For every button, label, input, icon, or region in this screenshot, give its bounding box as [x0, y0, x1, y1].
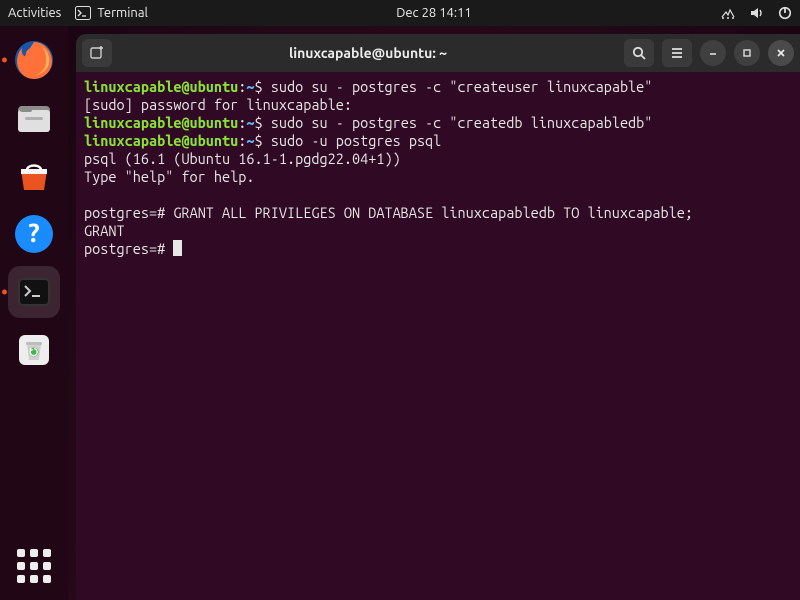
- output-line: Type "help" for help.: [84, 168, 255, 185]
- dock-item-firefox[interactable]: [8, 34, 60, 86]
- cmd-line: sudo su - postgres -c "createdb linuxcap…: [271, 114, 653, 131]
- prompt-path: ~: [246, 132, 254, 149]
- svg-text:?: ?: [28, 218, 39, 247]
- dock-item-files[interactable]: [8, 92, 60, 144]
- close-button[interactable]: [768, 40, 794, 66]
- menu-button[interactable]: [662, 39, 692, 67]
- top-panel: Activities Terminal Dec 28 14:11: [0, 0, 800, 26]
- workspace: ? linuxcapable@ubuntu: ~: [0, 26, 800, 600]
- search-button[interactable]: [624, 39, 654, 67]
- terminal-icon: [75, 6, 91, 20]
- minimize-button[interactable]: [700, 40, 726, 66]
- power-icon[interactable]: [778, 6, 792, 20]
- activities-button[interactable]: Activities: [8, 6, 61, 20]
- output-line: [sudo] password for linuxcapable:: [84, 96, 352, 113]
- volume-icon[interactable]: [750, 6, 764, 20]
- cmd-line: sudo -u postgres psql: [271, 132, 442, 149]
- desktop: linuxcapable@ubuntu: ~: [68, 26, 800, 600]
- prompt-userhost: linuxcapable@ubuntu: [84, 132, 238, 149]
- dock-item-software[interactable]: [8, 150, 60, 202]
- prompt-userhost: linuxcapable@ubuntu: [84, 78, 238, 95]
- psql-prompt: postgres=#: [84, 204, 165, 221]
- dock-item-terminal[interactable]: [8, 266, 60, 318]
- cmd-line: sudo su - postgres -c "createuser linuxc…: [271, 78, 653, 95]
- dock: ?: [0, 26, 68, 600]
- prompt-path: ~: [246, 114, 254, 131]
- dock-item-trash[interactable]: [8, 324, 60, 376]
- maximize-button[interactable]: [734, 40, 760, 66]
- terminal-body[interactable]: linuxcapable@ubuntu:~$ sudo su - postgre…: [76, 72, 800, 600]
- output-line: GRANT: [84, 222, 125, 239]
- titlebar[interactable]: linuxcapable@ubuntu: ~: [76, 34, 800, 72]
- focused-app-label: Terminal: [97, 6, 148, 20]
- network-icon[interactable]: [720, 6, 736, 20]
- new-tab-button[interactable]: [82, 39, 112, 67]
- prompt-path: ~: [246, 78, 254, 95]
- prompt-userhost: linuxcapable@ubuntu: [84, 114, 238, 131]
- psql-prompt: postgres=#: [84, 240, 165, 257]
- dock-item-help[interactable]: ?: [8, 208, 60, 260]
- apps-grid-icon: [17, 549, 51, 583]
- show-applications-button[interactable]: [10, 542, 58, 590]
- output-line: psql (16.1 (Ubuntu 16.1-1.pgdg22.04+1)): [84, 150, 401, 167]
- window-title: linuxcapable@ubuntu: ~: [118, 45, 618, 61]
- cmd-line: GRANT ALL PRIVILEGES ON DATABASE linuxca…: [173, 204, 693, 221]
- cursor: [173, 240, 182, 256]
- terminal-window: linuxcapable@ubuntu: ~: [76, 34, 800, 600]
- clock[interactable]: Dec 28 14:11: [396, 6, 472, 20]
- focused-app-indicator[interactable]: Terminal: [75, 6, 148, 20]
